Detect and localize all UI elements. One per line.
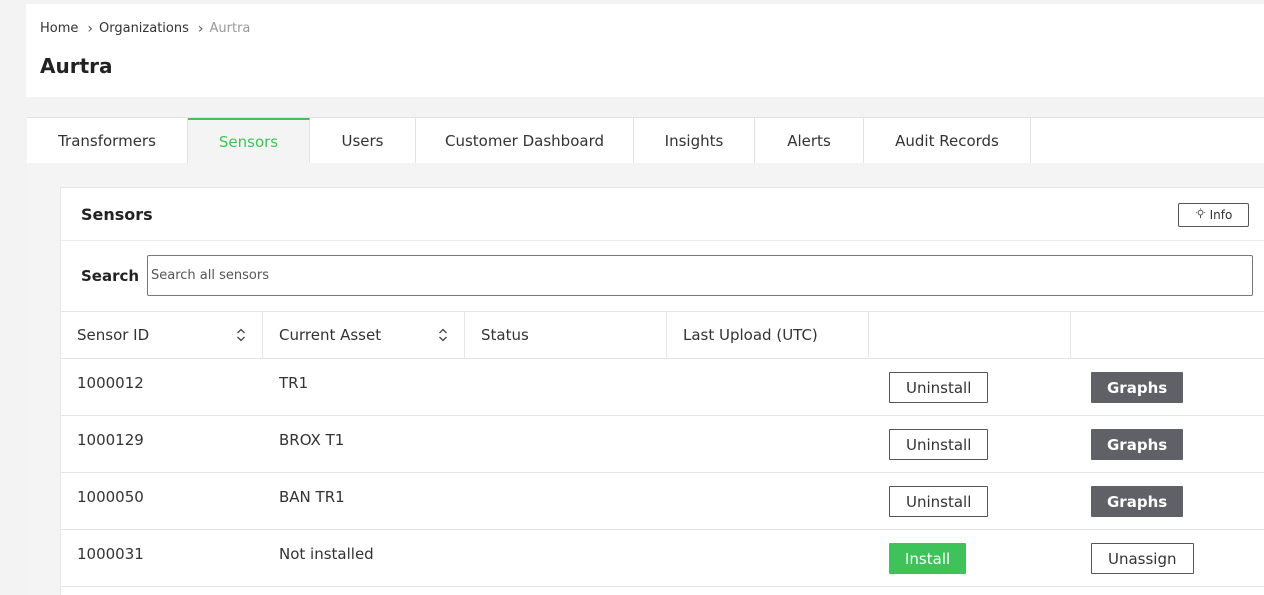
cell-action-2: Graphs	[1071, 416, 1264, 472]
column-label: Last Upload (UTC)	[683, 326, 818, 344]
sort-icon[interactable]	[438, 328, 448, 342]
lightbulb-icon	[1195, 208, 1206, 222]
table-header: Sensor ID Current Asset Status Last Uplo…	[61, 311, 1264, 359]
graphs-button[interactable]: Graphs	[1091, 429, 1184, 460]
cell-current-asset: BAN TR1	[279, 488, 345, 506]
cell-last-upload	[667, 359, 869, 415]
tab-sensors[interactable]: Sensors	[188, 118, 310, 164]
cell-sensor-id: 1000031	[77, 545, 144, 563]
table-row: 1000050 BAN TR1 Uninstall Graphs	[61, 473, 1264, 530]
cell-sensor-id: 1000129	[77, 431, 144, 449]
column-header-status: Status	[465, 312, 667, 358]
column-header-action-1	[869, 312, 1071, 358]
column-header-sensor-id[interactable]: Sensor ID	[61, 312, 263, 358]
cell-sensor-id: 1000012	[77, 374, 144, 392]
sensors-panel: Sensors Info Search Sensor ID	[60, 187, 1264, 595]
cell-current-asset: BROX T1	[279, 431, 345, 449]
breadcrumb-current: Aurtra	[209, 21, 251, 36]
chevron-right-icon: ›	[87, 20, 93, 37]
cell-status	[465, 473, 667, 529]
graphs-button[interactable]: Graphs	[1091, 486, 1184, 517]
breadcrumb: Home › Organizations › Aurtra	[40, 21, 250, 36]
column-label: Sensor ID	[77, 326, 150, 344]
tab-users[interactable]: Users	[310, 118, 416, 164]
page-title: Aurtra	[40, 54, 113, 78]
cell-action-1: Uninstall	[869, 473, 1071, 529]
table-row: 1000031 Not installed Install Unassign	[61, 530, 1264, 587]
cell-status	[465, 416, 667, 472]
panel-title: Sensors	[81, 205, 153, 224]
uninstall-button[interactable]: Uninstall	[889, 429, 989, 460]
cell-last-upload	[667, 473, 869, 529]
uninstall-button[interactable]: Uninstall	[889, 486, 989, 517]
cell-action-1: Install	[869, 530, 1071, 586]
cell-status	[465, 530, 667, 586]
table-row: 1000012 TR1 Uninstall Graphs	[61, 359, 1264, 416]
chevron-right-icon: ›	[197, 20, 204, 37]
column-header-current-asset[interactable]: Current Asset	[263, 312, 465, 358]
tab-customer-dashboard[interactable]: Customer Dashboard	[416, 118, 634, 164]
search-label: Search	[81, 267, 140, 285]
search-input[interactable]	[147, 255, 1253, 296]
tab-content: Sensors Info Search Sensor ID	[27, 163, 1264, 595]
cell-current-asset: Not installed	[279, 545, 374, 563]
column-header-last-upload: Last Upload (UTC)	[667, 312, 869, 358]
cell-last-upload	[667, 530, 869, 586]
table-row: 1000129 BROX T1 Uninstall Graphs	[61, 416, 1264, 473]
sort-icon[interactable]	[236, 328, 246, 342]
tab-insights[interactable]: Insights	[634, 118, 755, 164]
tab-strip-filler	[1031, 118, 1264, 163]
column-label: Status	[481, 326, 529, 344]
install-button[interactable]: Install	[889, 543, 967, 574]
cell-action-1: Uninstall	[869, 359, 1071, 415]
cell-action-2: Graphs	[1071, 359, 1264, 415]
page-header: Home › Organizations › Aurtra Aurtra	[26, 4, 1264, 97]
cell-action-2: Unassign	[1071, 530, 1264, 586]
unassign-button[interactable]: Unassign	[1091, 543, 1194, 574]
graphs-button[interactable]: Graphs	[1091, 372, 1184, 403]
tab-transformers[interactable]: Transformers	[27, 118, 188, 164]
sensors-table: Sensor ID Current Asset Status Last Uplo…	[61, 311, 1264, 587]
breadcrumb-home[interactable]: Home	[40, 21, 78, 36]
panel-divider	[61, 240, 1264, 241]
info-button-label: Info	[1209, 208, 1233, 222]
cell-last-upload	[667, 416, 869, 472]
cell-action-2: Graphs	[1071, 473, 1264, 529]
breadcrumb-organizations[interactable]: Organizations	[99, 21, 189, 36]
info-button[interactable]: Info	[1178, 203, 1249, 227]
cell-action-1: Uninstall	[869, 416, 1071, 472]
column-label: Current Asset	[279, 326, 382, 344]
tab-bar: Transformers Sensors Users Customer Dash…	[27, 117, 1264, 164]
column-header-action-2	[1071, 312, 1264, 358]
cell-current-asset: TR1	[279, 374, 309, 392]
cell-status	[465, 359, 667, 415]
cell-sensor-id: 1000050	[77, 488, 144, 506]
uninstall-button[interactable]: Uninstall	[889, 372, 989, 403]
tab-alerts[interactable]: Alerts	[755, 118, 864, 164]
tab-audit-records[interactable]: Audit Records	[864, 118, 1031, 164]
